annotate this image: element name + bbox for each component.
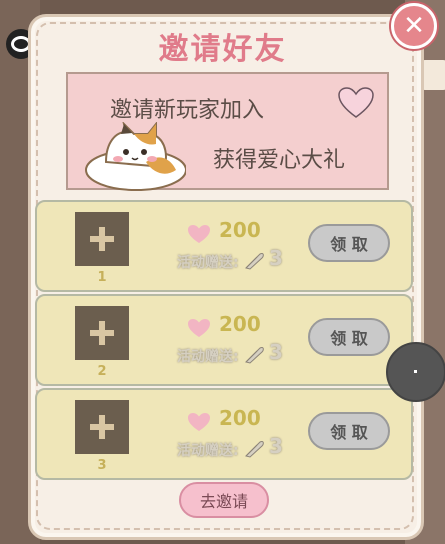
- reward-amount: 200: [219, 312, 261, 336]
- bonus-count: 3: [269, 246, 283, 270]
- invite-slot[interactable]: [75, 306, 129, 360]
- floating-assist-button[interactable]: [386, 342, 445, 402]
- feather-icon: [245, 441, 264, 458]
- reward-row: 1 200 活动赠送: 3 领 取: [35, 200, 413, 292]
- slot-index: 1: [97, 270, 107, 285]
- claim-button[interactable]: 领 取: [308, 224, 390, 262]
- close-button[interactable]: ✕: [391, 3, 437, 49]
- bonus-count: 3: [269, 434, 283, 458]
- heart-icon: [188, 319, 210, 337]
- claim-button[interactable]: 领 取: [308, 412, 390, 450]
- invite-slot[interactable]: [75, 400, 129, 454]
- close-icon: ✕: [403, 11, 425, 41]
- invite-button[interactable]: 去邀请: [179, 482, 269, 518]
- reward-row: 2 200 活动赠送: 3 领 取: [35, 294, 413, 386]
- claim-button[interactable]: 领 取: [308, 318, 390, 356]
- banner-line-2: 获得爱心大礼: [213, 148, 346, 173]
- cat-illustration: [85, 122, 186, 191]
- heart-icon: [338, 87, 374, 118]
- reward-row: 3 200 活动赠送: 3 领 取: [35, 388, 413, 480]
- bonus-count: 3: [269, 340, 283, 364]
- banner-line-1: 邀请新玩家加入: [110, 98, 265, 123]
- bonus-label: 活动赠送:: [177, 255, 239, 271]
- bonus-label: 活动赠送:: [177, 349, 239, 365]
- feather-icon: [245, 347, 264, 364]
- dialog-title: 邀请好友: [158, 32, 287, 67]
- heart-icon: [188, 225, 210, 243]
- slot-index: 2: [97, 364, 107, 379]
- reward-amount: 200: [219, 406, 261, 430]
- bonus-label: 活动赠送:: [177, 443, 239, 459]
- feather-icon: [245, 253, 264, 270]
- heart-icon: [188, 413, 210, 431]
- reward-amount: 200: [219, 218, 261, 242]
- invite-slot[interactable]: [75, 212, 129, 266]
- slot-index: 3: [97, 458, 107, 473]
